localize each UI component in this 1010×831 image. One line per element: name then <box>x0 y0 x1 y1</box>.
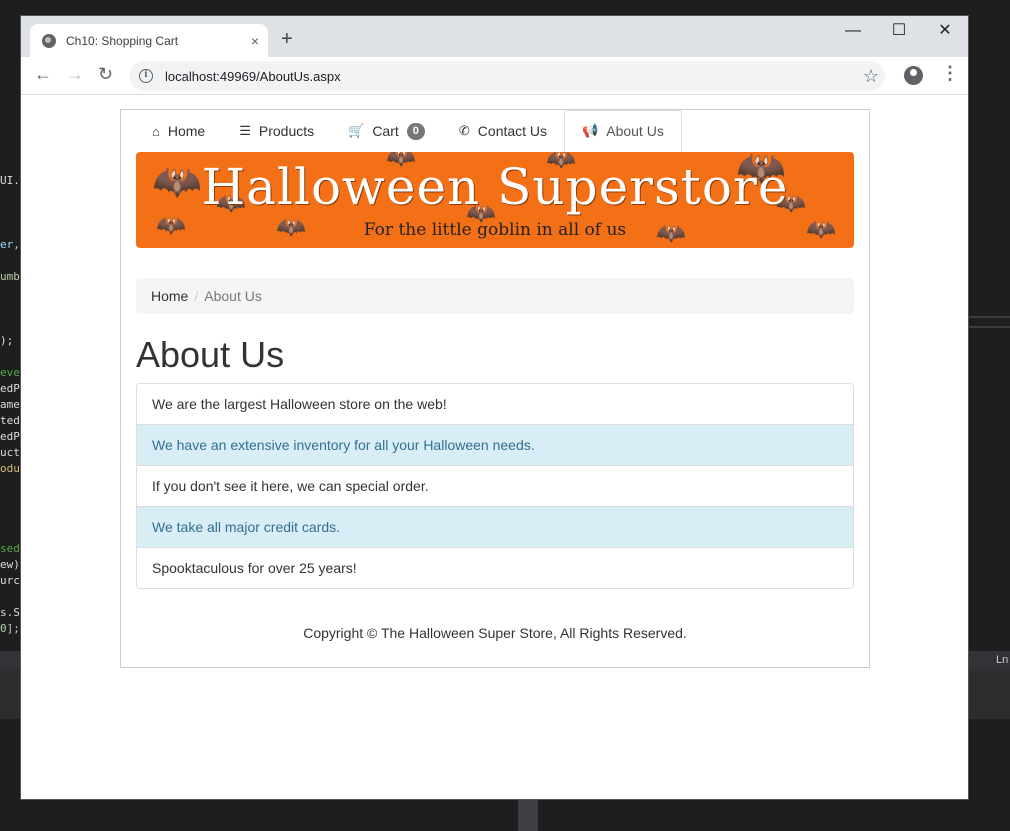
phone-icon: ✆ <box>458 123 470 138</box>
close-window-button[interactable]: ✕ <box>922 20 968 42</box>
browser-menu-icon[interactable]: ⋮ <box>941 63 959 84</box>
megaphone-icon: 📢 <box>582 123 599 138</box>
browser-window: Ch10: Shopping Cart × + — ☐ ✕ ← → ↻ i lo… <box>21 16 968 799</box>
reload-button[interactable]: ↻ <box>98 64 113 85</box>
code-line: ame <box>0 398 20 411</box>
nav-label: Contact Us <box>477 123 548 139</box>
list-item: We are the largest Halloween store on th… <box>137 384 853 424</box>
ide-panel <box>0 669 21 719</box>
maximize-button[interactable]: ☐ <box>876 20 922 42</box>
list-item: Spooktaculous for over 25 years! <box>137 547 853 588</box>
tab-close-icon[interactable]: × <box>242 33 268 49</box>
globe-icon <box>42 33 56 48</box>
halloween-banner: 🦇 🦇 🦇 🦇 🦇 🦇 🦇 🦇 🦇 🦇 🦇 Halloween Supersto… <box>136 152 854 248</box>
code-line: ted <box>0 414 20 427</box>
breadcrumb: Home / About Us <box>136 278 854 314</box>
forward-button[interactable]: → <box>66 64 84 85</box>
code-line: er, <box>0 238 20 251</box>
code-line: 0]; <box>0 622 20 635</box>
divider <box>968 326 1010 328</box>
banner-headline: Halloween Superstore <box>201 158 789 216</box>
nav-item-contact-us[interactable]: ✆ Contact Us <box>442 110 564 152</box>
nav-item-cart[interactable]: 🛒 Cart 0 <box>331 110 442 152</box>
nav-label: Products <box>258 123 315 139</box>
code-line: urc <box>0 574 20 587</box>
cart-count-badge: 0 <box>406 122 425 140</box>
page-content: ⌂ Home ☰ Products 🛒 Cart 0 ✆ Contact Us <box>21 95 968 799</box>
code-line: sed <box>0 542 20 555</box>
list-item: If you don't see it here, we can special… <box>137 465 853 506</box>
breadcrumb-separator: / <box>194 288 199 304</box>
nav-item-products[interactable]: ☰ Products <box>222 110 331 152</box>
home-icon: ⌂ <box>152 123 160 139</box>
url-text[interactable]: localhost:49969/AboutUs.aspx <box>165 69 863 84</box>
back-button[interactable]: ← <box>34 64 52 85</box>
about-list: We are the largest Halloween store on th… <box>136 383 854 589</box>
banner-tagline: For the little goblin in all of us <box>363 220 627 240</box>
code-line: s.S <box>0 606 20 619</box>
site-container: ⌂ Home ☰ Products 🛒 Cart 0 ✆ Contact Us <box>120 109 870 668</box>
address-bar: ← → ↻ i localhost:49969/AboutUs.aspx ☆ ⋮ <box>21 57 968 95</box>
account-icon[interactable] <box>904 66 923 85</box>
code-line: UI. <box>0 174 20 187</box>
info-icon[interactable]: i <box>139 69 153 83</box>
code-line: eve <box>0 366 20 379</box>
divider <box>968 316 1010 318</box>
nav-item-about-us[interactable]: 📢 About Us <box>564 110 682 152</box>
page-title: About Us <box>136 334 285 375</box>
nav-label: Home <box>167 123 206 139</box>
code-line: umb <box>0 270 20 283</box>
nav-label: About Us <box>606 123 664 139</box>
code-line: ew) <box>0 558 20 571</box>
tab-title: Ch10: Shopping Cart <box>66 33 179 48</box>
title-bar: Ch10: Shopping Cart × + — ☐ ✕ <box>21 16 968 57</box>
footer-copyright: Copyright © The Halloween Super Store, A… <box>303 625 687 641</box>
bookmark-star-icon[interactable]: ☆ <box>863 66 879 87</box>
breadcrumb-home-link[interactable]: Home <box>151 288 188 304</box>
nav-item-home[interactable]: ⌂ Home <box>135 110 222 152</box>
ide-scrollbar[interactable] <box>518 799 538 831</box>
site-nav: ⌂ Home ☰ Products 🛒 Cart 0 ✆ Contact Us <box>135 110 682 152</box>
minimize-button[interactable]: — <box>830 20 876 42</box>
code-line: uct <box>0 446 20 459</box>
cart-icon: 🛒 <box>348 123 365 138</box>
code-line: edP <box>0 382 20 395</box>
browser-tab[interactable]: Ch10: Shopping Cart × <box>30 24 268 57</box>
code-line: ); <box>0 334 14 347</box>
ide-status-line: Ln <box>968 651 1010 669</box>
breadcrumb-current: About Us <box>204 288 262 304</box>
code-line: edP <box>0 430 20 443</box>
list-item: We take all major credit cards. <box>137 506 853 547</box>
code-line: odu <box>0 462 20 475</box>
nav-label: Cart <box>372 123 399 139</box>
ide-status-strip <box>0 651 21 669</box>
products-icon: ☰ <box>239 123 251 138</box>
list-item: We have an extensive inventory for all y… <box>137 424 853 465</box>
ide-panel <box>968 669 1010 719</box>
new-tab-button[interactable]: + <box>281 28 293 51</box>
omnibox[interactable]: i localhost:49969/AboutUs.aspx ☆ <box>129 61 885 91</box>
